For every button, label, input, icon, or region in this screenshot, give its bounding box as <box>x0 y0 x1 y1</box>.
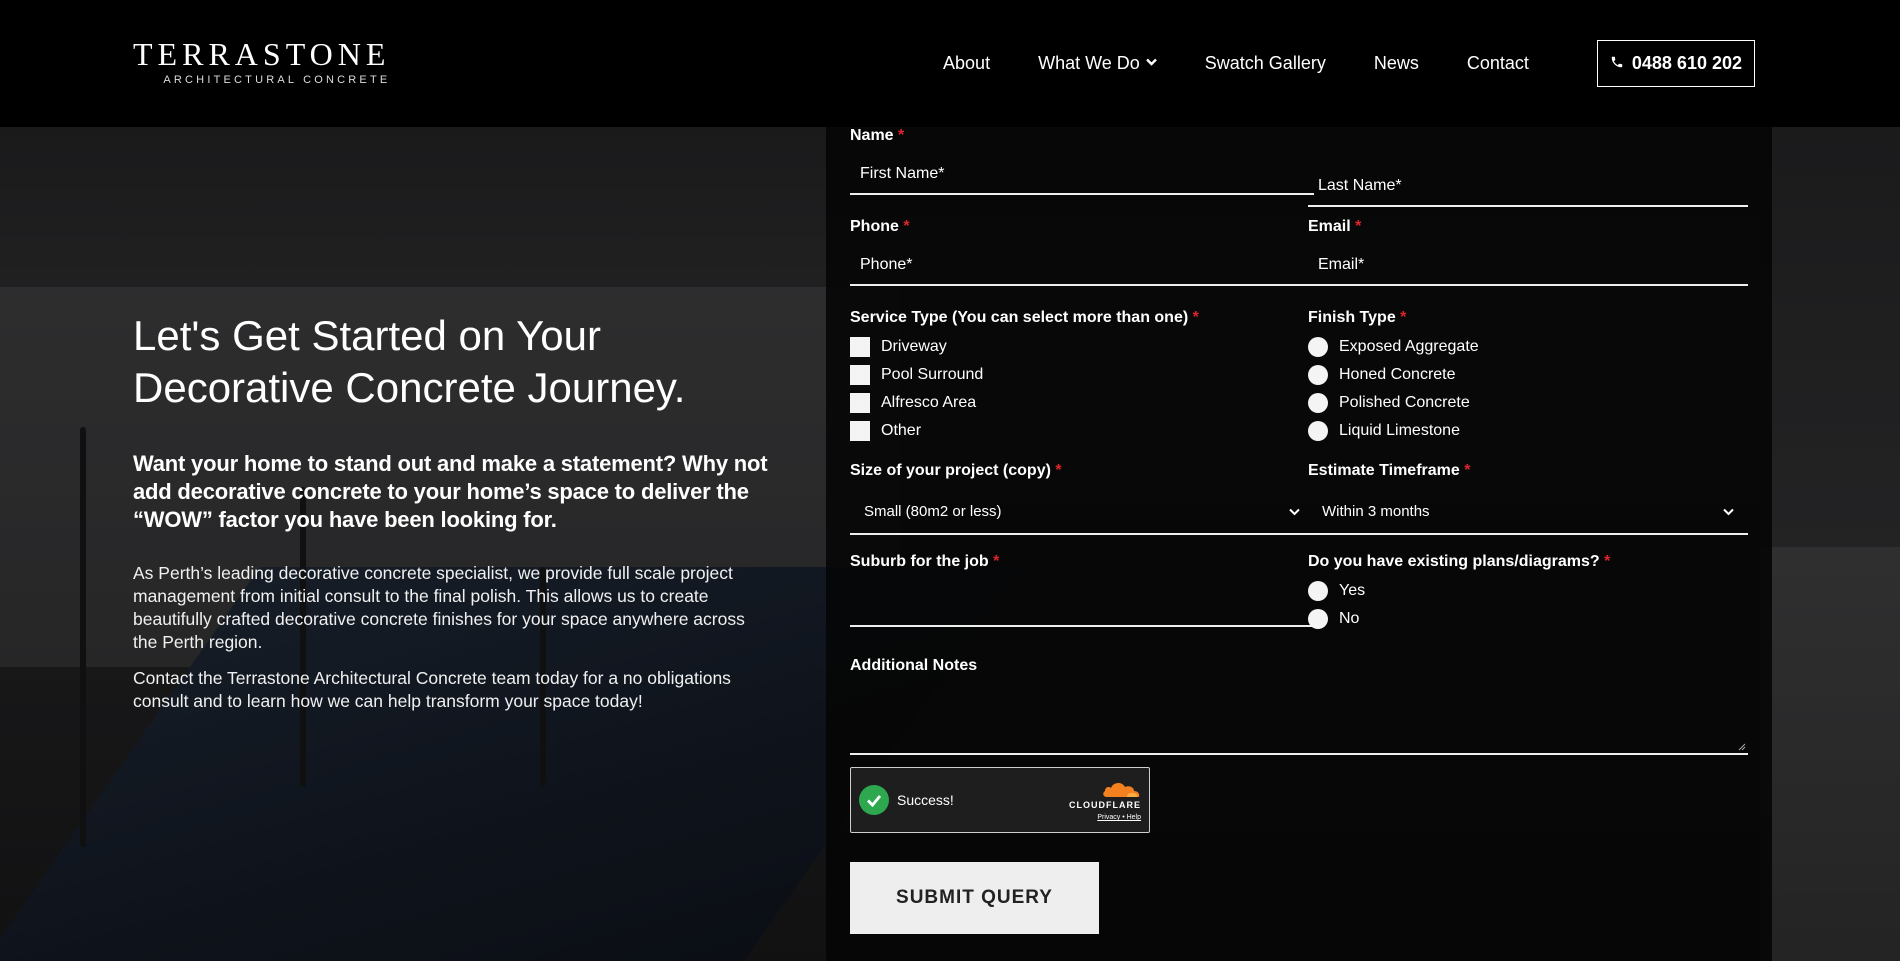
name-field-first: Name * <box>850 127 1314 195</box>
timeframe-field: Estimate Timeframe * Within 3 months <box>1308 462 1748 535</box>
checkbox[interactable] <box>850 393 870 413</box>
plans-field: Do you have existing plans/diagrams? * Y… <box>1308 553 1748 633</box>
cloudflare-badge: CLOUDFLARE Privacy • Help <box>1069 780 1141 821</box>
service-option-pool-surround[interactable]: Pool Surround <box>850 361 1314 389</box>
suburb-label: Suburb for the job * <box>850 553 1000 570</box>
intro-heading: Let's Get Started on Your Decorative Con… <box>133 312 686 411</box>
success-check-icon <box>859 785 889 815</box>
radio-button[interactable] <box>1308 609 1328 629</box>
cloudflare-wordmark: CLOUDFLARE <box>1069 800 1141 810</box>
email-label: Email * <box>1308 218 1362 235</box>
phone-button[interactable]: 0488 610 202 <box>1596 40 1755 87</box>
intro-paragraph: As Perth’s leading decorative concrete s… <box>133 563 745 652</box>
radio-button[interactable] <box>1308 365 1328 385</box>
last-name-input[interactable] <box>1308 167 1748 207</box>
timeframe-value: Within 3 months <box>1322 503 1430 520</box>
site-logo[interactable]: TERRASTONE ARCHITECTURAL CONCRETE <box>133 36 390 86</box>
finish-option-honed-concrete[interactable]: Honed Concrete <box>1308 361 1748 389</box>
finish-option-liquid-limestone[interactable]: Liquid Limestone <box>1308 417 1748 445</box>
resize-handle-icon[interactable] <box>1738 743 1746 751</box>
chevron-down-icon <box>1723 504 1734 519</box>
project-size-select[interactable]: Small (80m2 or less) <box>850 490 1314 535</box>
project-size-label: Size of your project (copy) * <box>850 462 1062 479</box>
finish-option-polished-concrete[interactable]: Polished Concrete <box>1308 389 1748 417</box>
name-field-last <box>1308 159 1748 207</box>
project-size-field: Size of your project (copy) * Small (80m… <box>850 462 1314 535</box>
site-header: TERRASTONE ARCHITECTURAL CONCRETE About … <box>0 0 1900 127</box>
nav-news-label: News <box>1373 53 1419 73</box>
service-option-driveway[interactable]: Driveway <box>850 333 1314 361</box>
intro-paragraph: Contact the Terrastone Architectural Con… <box>133 668 731 711</box>
nav-about-label: About <box>943 53 991 73</box>
nav-what-we-do[interactable]: What We Do <box>1038 53 1157 74</box>
nav-about[interactable]: About <box>943 53 990 74</box>
nav-news[interactable]: News <box>1374 53 1419 74</box>
first-name-input[interactable] <box>850 155 1314 195</box>
phone-input[interactable] <box>850 246 1314 286</box>
submit-button[interactable]: SUBMIT QUERY <box>850 862 1099 934</box>
service-type-field: Service Type (You can select more than o… <box>850 309 1314 445</box>
project-size-value: Small (80m2 or less) <box>864 503 1002 520</box>
finish-option-exposed-aggregate[interactable]: Exposed Aggregate <box>1308 333 1748 361</box>
service-option-other[interactable]: Other <box>850 417 1314 445</box>
plans-label: Do you have existing plans/diagrams? * <box>1308 553 1611 570</box>
phone-icon <box>1610 53 1624 74</box>
timeframe-label: Estimate Timeframe * <box>1308 462 1471 479</box>
email-input[interactable] <box>1308 246 1748 286</box>
phone-number: 0488 610 202 <box>1631 53 1742 73</box>
notes-label: Additional Notes <box>850 657 978 674</box>
enquiry-form: Name * Phone * Email * Service Type (You… <box>826 127 1772 961</box>
intro-lead: Want your home to stand out and make a s… <box>133 451 768 532</box>
nav-contact[interactable]: Contact <box>1467 53 1529 74</box>
checkbox[interactable] <box>850 421 870 441</box>
chevron-down-icon <box>1289 504 1300 519</box>
radio-button[interactable] <box>1308 421 1328 441</box>
logo-tagline: ARCHITECTURAL CONCRETE <box>163 74 391 86</box>
notes-textarea[interactable] <box>850 687 1748 755</box>
radio-button[interactable] <box>1308 393 1328 413</box>
service-type-label: Service Type (You can select more than o… <box>850 309 1199 326</box>
checkbox[interactable] <box>850 337 870 357</box>
radio-button[interactable] <box>1308 337 1328 357</box>
nav-what-we-do-label: What We Do <box>1038 53 1140 73</box>
captcha-widget[interactable]: Success! CLOUDFLARE Privacy • Help <box>850 767 1150 833</box>
captcha-links[interactable]: Privacy • Help <box>1069 814 1141 821</box>
logo-wordmark: TERRASTONE <box>133 36 391 72</box>
finish-type-label: Finish Type * <box>1308 309 1407 326</box>
suburb-input[interactable] <box>850 581 1314 627</box>
nav-swatch-gallery-label: Swatch Gallery <box>1204 53 1326 73</box>
main-nav: About What We Do Swatch Gallery News Con… <box>943 0 1900 127</box>
captcha-status: Success! <box>897 792 954 808</box>
phone-label: Phone * <box>850 218 910 235</box>
radio-button[interactable] <box>1308 581 1328 601</box>
nav-swatch-gallery[interactable]: Swatch Gallery <box>1205 53 1326 74</box>
plans-option-no[interactable]: No <box>1308 605 1748 633</box>
finish-type-field: Finish Type * Exposed Aggregate Honed Co… <box>1308 309 1748 445</box>
phone-field: Phone * <box>850 218 1314 286</box>
notes-field: Additional Notes <box>850 657 1748 755</box>
intro-section: Let's Get Started on Your Decorative Con… <box>133 310 773 726</box>
checkbox[interactable] <box>850 365 870 385</box>
cloudflare-cloud-icon <box>1103 782 1140 797</box>
nav-contact-label: Contact <box>1466 53 1529 73</box>
plans-option-yes[interactable]: Yes <box>1308 577 1748 605</box>
chevron-down-icon <box>1145 57 1157 69</box>
suburb-field: Suburb for the job * <box>850 553 1314 627</box>
name-label: Name * <box>850 127 905 144</box>
timeframe-select[interactable]: Within 3 months <box>1308 490 1748 535</box>
service-option-alfresco-area[interactable]: Alfresco Area <box>850 389 1314 417</box>
email-field: Email * <box>1308 218 1748 286</box>
